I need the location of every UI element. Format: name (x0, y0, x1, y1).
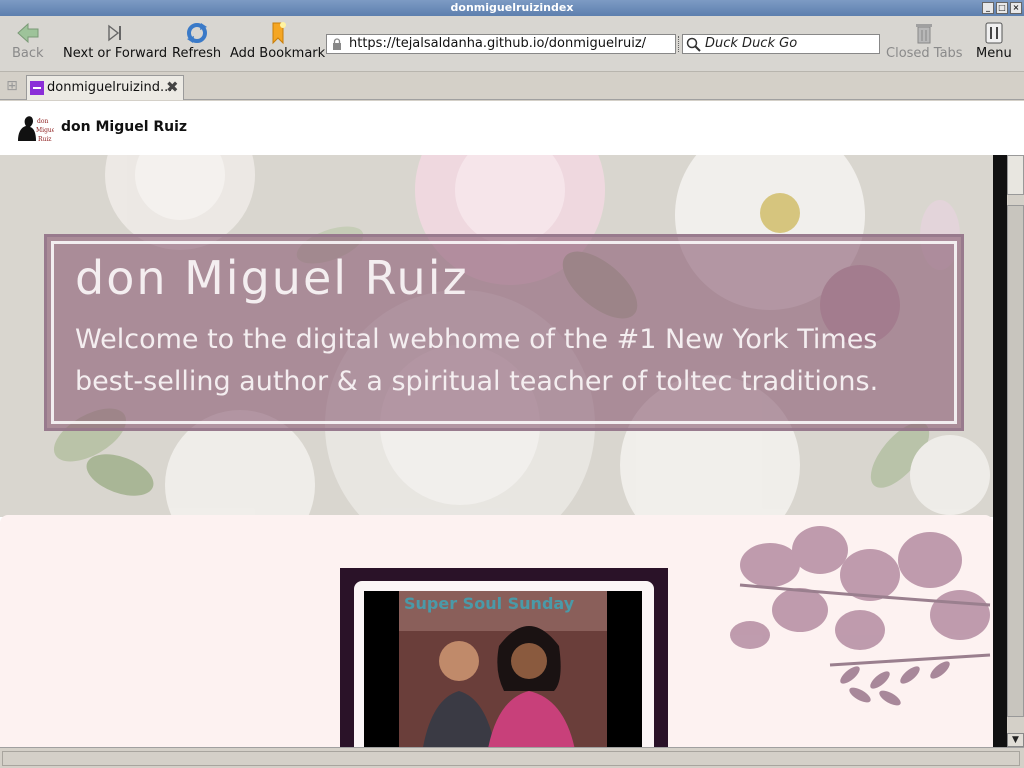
page-viewport: don Miguel Ruiz don Miguel Ruiz (0, 101, 1024, 747)
svg-text:Ruiz: Ruiz (38, 136, 51, 143)
photo-frame: Super Soul Sunday (340, 568, 668, 747)
photo-card: Super Soul Sunday (354, 581, 654, 747)
site-navbar: don Miguel Ruiz don Miguel Ruiz (0, 101, 1024, 155)
next-icon (102, 20, 128, 46)
add-bookmark-button[interactable]: Add Bookmark (230, 20, 325, 61)
vertical-scrollbar[interactable]: ▼ (993, 155, 1024, 747)
hero-section: don Miguel Ruiz Welcome to the digital w… (0, 155, 993, 517)
tab-donmiguelruiz[interactable]: donmiguelruizind... ✖ (26, 75, 184, 100)
search-placeholder: Duck Duck Go (705, 36, 798, 51)
menu-label: Menu (976, 46, 1012, 61)
brand-link[interactable]: don Miguel Ruiz (61, 119, 187, 135)
scrollbar-thumb[interactable] (1007, 205, 1024, 717)
status-field (2, 751, 1020, 766)
hero-subtitle: Welcome to the digital webhome of the #1… (75, 324, 879, 397)
minimize-icon[interactable]: _ (982, 2, 994, 14)
back-button[interactable]: Back (12, 20, 44, 61)
logo-icon[interactable]: don Miguel Ruiz (16, 113, 54, 143)
menu-wrench-icon (981, 20, 1007, 46)
refresh-icon (184, 20, 210, 46)
scroll-down-icon[interactable]: ▼ (1007, 733, 1024, 747)
hero-card: don Miguel Ruiz Welcome to the digital w… (44, 234, 964, 431)
status-bar (0, 747, 1024, 768)
tab-favicon-icon (30, 81, 44, 95)
about-section: Super Soul Sunday (0, 515, 993, 747)
search-icon (686, 37, 701, 52)
hero-title: don Miguel Ruiz (75, 251, 469, 305)
svg-text:Miguel: Miguel (36, 127, 54, 134)
photo-banner-text: Super Soul Sunday (404, 594, 575, 613)
menu-button[interactable]: Menu (976, 20, 1012, 61)
window-titlebar: donmiguelruizindex _ □ × (0, 0, 1024, 16)
window-title: donmiguelruizindex (450, 1, 574, 14)
oprah-photo: Super Soul Sunday (364, 591, 642, 747)
maximize-icon[interactable]: □ (996, 2, 1008, 14)
scrollbar-thumb-top[interactable] (1007, 155, 1024, 195)
close-window-icon[interactable]: × (1010, 2, 1022, 14)
new-tab-icon[interactable]: ⊞ (4, 79, 20, 95)
svg-text:don: don (37, 118, 48, 125)
forward-label: Next or Forward (63, 46, 168, 61)
toolbar-grip[interactable] (678, 36, 681, 52)
forward-button[interactable]: Next or Forward (63, 20, 167, 61)
trash-icon (911, 20, 937, 46)
refresh-label: Refresh (172, 46, 222, 61)
tab-bar: ⊞ donmiguelruizind... ✖ (0, 73, 1024, 100)
back-label: Back (12, 46, 44, 61)
close-tab-icon[interactable]: ✖ (166, 80, 181, 95)
bookmark-label: Add Bookmark (230, 46, 326, 61)
closed-tabs-button[interactable]: Closed Tabs (886, 20, 963, 61)
bookmark-icon (265, 20, 291, 46)
lock-icon (333, 38, 341, 50)
search-input[interactable]: Duck Duck Go (682, 34, 880, 54)
back-arrow-icon (15, 20, 41, 46)
closed-tabs-label: Closed Tabs (886, 46, 963, 61)
refresh-button[interactable]: Refresh (172, 20, 221, 61)
browser-toolbar: Back Next or Forward Refresh Add Bookmar… (0, 16, 1024, 72)
address-bar[interactable]: https://tejalsaldanha.github.io/donmigue… (326, 34, 676, 54)
address-url: https://tejalsaldanha.github.io/donmigue… (349, 36, 647, 51)
tab-label: donmiguelruizind... (47, 80, 173, 95)
